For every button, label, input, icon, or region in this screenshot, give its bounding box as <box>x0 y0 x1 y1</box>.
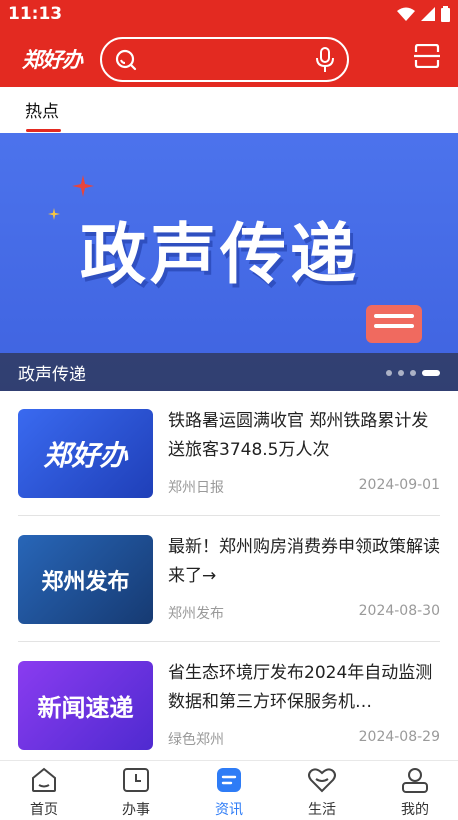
search-input[interactable] <box>100 37 349 82</box>
banner-caption: 政声传递 <box>18 365 86 385</box>
carousel-dots <box>386 370 440 376</box>
thumbnail-logo-text: 郑州发布 <box>41 569 130 595</box>
clock-icon <box>123 768 149 792</box>
news-title[interactable]: 铁路暑运圆满收官 郑州铁路累计发送旅客3748.5万人次 <box>168 407 442 465</box>
sparkle-icon <box>72 175 94 197</box>
nav-services[interactable]: 办事 <box>106 767 166 819</box>
news-title[interactable]: 省生态环境厅发布2024年自动监测数据和第三方环保服务机… <box>168 659 442 717</box>
nav-label: 首页 <box>30 802 58 818</box>
divider <box>18 515 440 516</box>
carousel-dot[interactable] <box>398 370 404 376</box>
nav-label: 办事 <box>122 802 150 818</box>
news-title[interactable]: 最新！郑州购房消费券申领政策解读来了→ <box>168 533 442 591</box>
banner-caption-bar: 政声传递 <box>0 353 458 391</box>
thumbnail-logo-text: 新闻速递 <box>37 694 134 722</box>
profile-icon <box>402 768 428 793</box>
news-source: 郑州日报 <box>168 480 224 496</box>
news-source: 郑州发布 <box>168 606 224 622</box>
wifi-icon <box>397 7 415 21</box>
app-header: 11:13 郑好办 <box>0 0 458 87</box>
tab-bar: 热点 <box>0 87 458 133</box>
heart-icon <box>308 768 336 793</box>
nav-home[interactable]: 首页 <box>14 767 74 819</box>
nav-profile[interactable]: 我的 <box>385 767 445 819</box>
news-date: 2024-08-30 <box>358 603 440 619</box>
news-date: 2024-09-01 <box>358 477 440 493</box>
tab-active-indicator <box>26 129 61 132</box>
carousel-dot[interactable] <box>386 370 392 376</box>
scan-icon[interactable] <box>414 44 440 68</box>
nav-news[interactable]: 资讯 <box>199 767 259 819</box>
news-thumbnail: 郑好办 <box>18 409 153 498</box>
carousel-dot-active[interactable] <box>422 370 440 376</box>
nav-label: 资讯 <box>215 802 243 818</box>
app-logo: 郑好办 <box>22 48 83 72</box>
news-date: 2024-08-29 <box>358 729 440 745</box>
nav-label: 生活 <box>308 802 336 818</box>
nav-label: 我的 <box>401 802 429 818</box>
banner-carousel[interactable]: 政声传递 政声传递 <box>0 133 458 391</box>
microphone-icon[interactable] <box>315 47 335 73</box>
news-thumbnail: 郑州发布 <box>18 535 153 624</box>
tab-hot[interactable]: 热点 <box>25 97 59 122</box>
signal-icon <box>421 7 435 21</box>
news-item[interactable]: 郑州发布 最新！郑州购房消费券申领政策解读来了→ 郑州发布 2024-08-30 <box>0 517 458 643</box>
chat-bubble-icon <box>366 305 422 343</box>
banner-title-art: 政声传递 <box>80 216 360 293</box>
status-bar: 11:13 <box>0 0 458 30</box>
carousel-dot[interactable] <box>410 370 416 376</box>
status-icons <box>397 6 450 22</box>
search-icon[interactable] <box>114 48 138 72</box>
nav-life[interactable]: 生活 <box>292 767 352 819</box>
news-item[interactable]: 郑好办 铁路暑运圆满收官 郑州铁路累计发送旅客3748.5万人次 郑州日报 20… <box>0 391 458 517</box>
news-source: 绿色郑州 <box>168 732 224 748</box>
news-thumbnail: 新闻速递 <box>18 661 153 750</box>
news-item[interactable]: 新闻速递 省生态环境厅发布2024年自动监测数据和第三方环保服务机… 绿色郑州 … <box>0 643 458 769</box>
battery-icon <box>441 6 450 22</box>
home-icon <box>32 767 56 792</box>
bottom-nav: 首页 办事 资讯 生活 我的 <box>0 760 458 820</box>
news-icon <box>217 768 241 792</box>
thumbnail-logo-text: 郑好办 <box>43 438 128 472</box>
status-time: 11:13 <box>8 4 63 24</box>
sparkle-small-icon <box>48 208 60 220</box>
divider <box>18 641 440 642</box>
